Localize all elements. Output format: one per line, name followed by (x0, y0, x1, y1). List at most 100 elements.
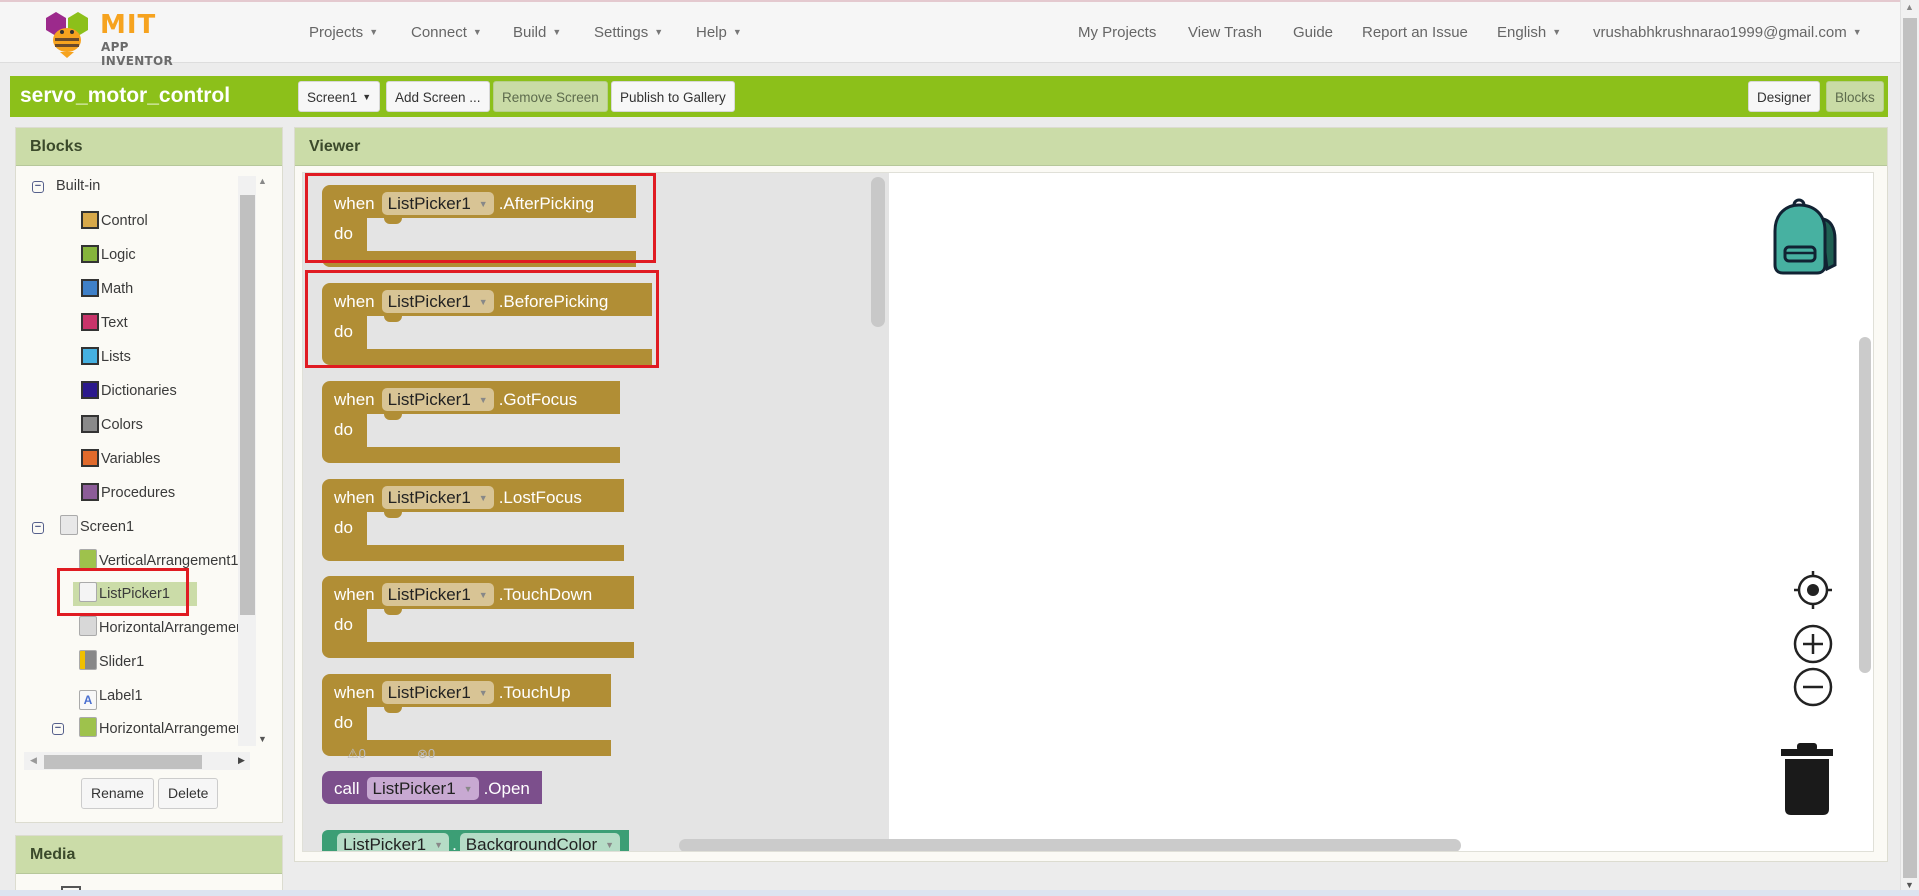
tree-component-verticalarrangement1[interactable]: VerticalArrangement1 (79, 549, 238, 573)
tree-builtin[interactable]: Built-in (56, 174, 100, 198)
rename-button[interactable]: Rename (81, 778, 154, 809)
tree-item-variables[interactable]: Variables (81, 447, 160, 471)
page-scroll-up-icon[interactable]: ▲ (1905, 2, 1914, 12)
tree-vertical-scroll-thumb[interactable] (240, 195, 255, 615)
component-dropdown[interactable]: ListPicker1 ▼ (337, 833, 450, 851)
tree-item-label: HorizontalArrangement1 (99, 620, 257, 636)
tree-item-lists[interactable]: Lists (81, 345, 131, 369)
nav-connect-menu[interactable]: Connect ▼ (411, 24, 482, 41)
tree-item-text[interactable]: Text (81, 311, 128, 335)
nav-help-menu[interactable]: Help ▼ (696, 24, 742, 41)
page-scroll-thumb[interactable] (1903, 18, 1917, 878)
event-block-bottom (322, 642, 634, 658)
blocks-workspace[interactable]: when ListPicker1 ▼ .AfterPicking do when Lis… (302, 172, 1874, 852)
nav-connect-label: Connect (411, 24, 467, 41)
tree-item-math[interactable]: Math (81, 277, 133, 301)
screen-select-dropdown[interactable]: Screen1 ▼ (298, 81, 381, 112)
tree-item-logic[interactable]: Logic (81, 243, 136, 267)
collapse-horizontalarrangement2-icon[interactable]: − (52, 723, 64, 735)
tree-component-slider1[interactable]: Slider1 (79, 650, 144, 674)
nav-projects-menu[interactable]: Projects ▼ (309, 24, 378, 41)
nav-report-issue-link[interactable]: Report an Issue (1362, 24, 1468, 41)
lists-swatch-icon (81, 347, 99, 365)
nav-guide-link[interactable]: Guide (1293, 24, 1333, 41)
tree-item-control[interactable]: Control (81, 209, 148, 233)
collapse-screen1-icon[interactable]: − (32, 522, 44, 534)
when-keyword: when (334, 585, 375, 604)
caret-down-icon: ▼ (472, 27, 482, 37)
warning-triangle-icon: ⚠ (347, 746, 359, 761)
logo-mit-text: MIT (100, 10, 157, 40)
recenter-icon[interactable] (1791, 568, 1835, 617)
property-dropdown[interactable]: BackgroundColor ▼ (459, 833, 621, 851)
error-indicator[interactable]: ⊗0 (417, 746, 435, 762)
tree-item-label: Colors (101, 417, 143, 433)
caret-down-icon: ▼ (478, 297, 488, 307)
scroll-down-arrow-icon[interactable]: ▼ (258, 734, 267, 744)
tree-horizontal-scroll-thumb[interactable] (44, 755, 202, 769)
nav-build-menu[interactable]: Build ▼ (513, 24, 561, 41)
event-name: .BeforePicking (498, 292, 609, 311)
top-navigation-bar: MIT APP INVENTOR Projects ▼ Connect ▼ Buil… (0, 0, 1900, 68)
workspace-vertical-scrollbar[interactable] (1859, 337, 1871, 673)
nav-projects-label: Projects (309, 24, 364, 41)
flyout-scrollbar[interactable] (871, 177, 885, 327)
nav-settings-menu[interactable]: Settings ▼ (594, 24, 663, 41)
designer-button[interactable]: Designer (1748, 81, 1821, 112)
warning-indicator[interactable]: ⚠0 (347, 746, 366, 762)
tree-screen1[interactable]: Screen1 (60, 515, 134, 539)
scroll-left-arrow-icon[interactable]: ◀ (30, 755, 37, 766)
component-dropdown[interactable]: ListPicker1 ▼ (381, 486, 494, 509)
nav-view-trash-link[interactable]: View Trash (1188, 24, 1262, 41)
component-dropdown[interactable]: ListPicker1 ▼ (381, 192, 494, 215)
tree-component-label1[interactable]: A Label1 (79, 684, 143, 710)
tree-item-procedures[interactable]: Procedures (81, 481, 175, 505)
logic-swatch-icon (81, 245, 99, 263)
component-dropdown-label: ListPicker1 (387, 390, 471, 409)
blocks-button[interactable]: Blocks (1826, 81, 1884, 112)
nav-account-menu[interactable]: vrushabhkrushnarao1999@gmail.com ▼ (1593, 24, 1862, 41)
tree-component-listpicker1[interactable]: ListPicker1 (73, 582, 197, 606)
call-block-open[interactable]: call ListPicker1 ▼ .Open (322, 771, 542, 804)
tree-item-label: VerticalArrangement1 (99, 553, 239, 569)
component-dropdown[interactable]: ListPicker1 ▼ (381, 388, 494, 411)
scroll-up-arrow-icon[interactable]: ▲ (258, 176, 267, 186)
call-keyword: call (334, 779, 360, 798)
getter-block-backgroundcolor[interactable]: ListPicker1 ▼. BackgroundColor ▼ (322, 830, 630, 852)
colors-swatch-icon (81, 415, 99, 433)
bee-logo-icon (46, 12, 88, 58)
add-screen-button[interactable]: Add Screen ... (386, 81, 490, 112)
component-dropdown[interactable]: ListPicker1 ▼ (381, 583, 494, 606)
nav-my-projects-link[interactable]: My Projects (1078, 24, 1156, 41)
delete-button[interactable]: Delete (158, 778, 219, 809)
publish-to-gallery-button[interactable]: Publish to Gallery (611, 81, 735, 112)
do-keyword: do (334, 224, 353, 243)
component-dropdown[interactable]: ListPicker1 ▼ (366, 777, 479, 800)
trash-can-icon[interactable] (1777, 741, 1837, 822)
nav-account-label: vrushabhkrushnarao1999@gmail.com (1593, 24, 1847, 41)
workspace-horizontal-scrollbar[interactable] (679, 839, 1461, 851)
collapse-builtin-icon[interactable]: − (32, 181, 44, 193)
tree-item-label: Variables (101, 451, 161, 467)
component-dropdown[interactable]: ListPicker1 ▼ (381, 290, 494, 313)
do-keyword: do (334, 420, 353, 439)
component-dropdown[interactable]: ListPicker1 ▼ (381, 681, 494, 704)
scroll-right-arrow-icon[interactable]: ▶ (238, 755, 245, 766)
tree-item-colors[interactable]: Colors (81, 413, 143, 437)
page-scroll-down-icon[interactable]: ▼ (1905, 880, 1914, 890)
do-statement-slot (367, 414, 620, 447)
nav-language-menu[interactable]: English ▼ (1497, 24, 1561, 41)
caret-down-icon: ▼ (434, 840, 444, 850)
remove-screen-button[interactable]: Remove Screen (493, 81, 608, 112)
backpack-icon[interactable] (1761, 191, 1853, 288)
tree-item-dictionaries[interactable]: Dictionaries (81, 379, 177, 403)
caret-down-icon: ▼ (1852, 27, 1862, 37)
zoom-out-icon[interactable] (1792, 666, 1834, 713)
mit-app-inventor-logo[interactable]: MIT APP INVENTOR (42, 8, 202, 68)
tree-item-label: Procedures (101, 485, 176, 501)
zoom-in-icon[interactable] (1792, 623, 1834, 670)
tree-item-label: ListPicker1 (99, 586, 170, 602)
event-block-header: when ListPicker1 ▼ .LostFocus (322, 479, 624, 512)
dot-separator: . (452, 835, 457, 852)
error-x-icon: ⊗ (417, 746, 428, 761)
